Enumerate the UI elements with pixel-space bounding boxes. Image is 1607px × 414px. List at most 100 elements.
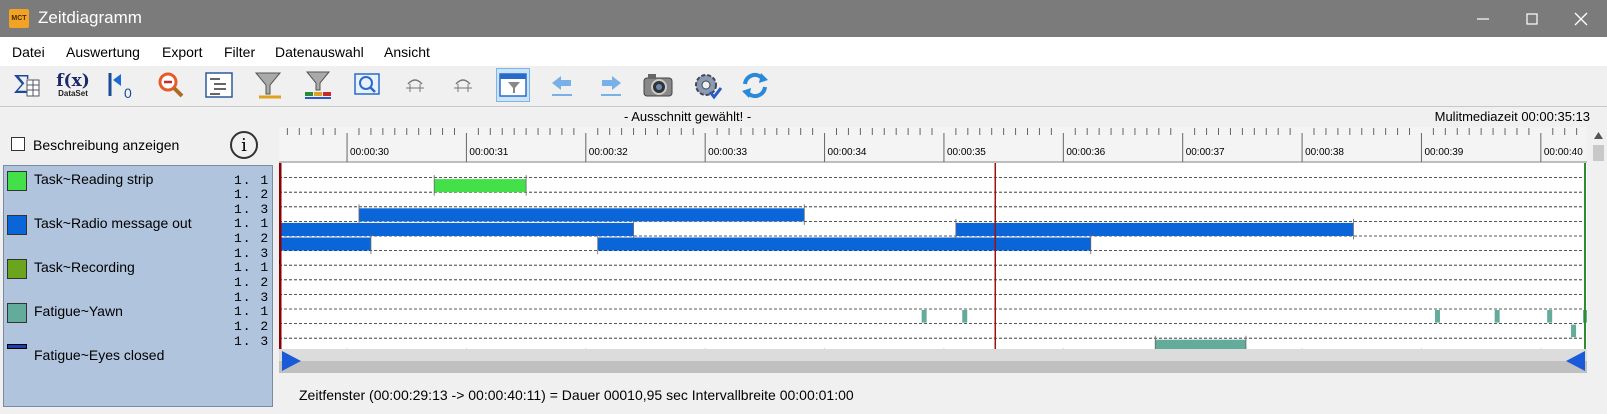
timeline-bar[interactable] bbox=[358, 208, 805, 222]
row-label: 1. 1 bbox=[234, 216, 270, 231]
multimedia-time: Mulitmediazeit 00:00:35:13 bbox=[1434, 109, 1590, 124]
selection-status: - Ausschnitt gewählt! - bbox=[624, 109, 752, 124]
ruler-label: 00:00:35 bbox=[947, 147, 986, 158]
list-tree-button[interactable] bbox=[202, 68, 236, 102]
go-to-start-icon: 0 bbox=[108, 73, 132, 100]
arrow-right-button[interactable] bbox=[594, 68, 628, 102]
dataset-label: DataSet bbox=[58, 88, 88, 98]
timeline-bar[interactable] bbox=[597, 237, 1091, 251]
go-to-start-button[interactable]: 0 bbox=[104, 68, 138, 102]
settings-gear-icon bbox=[695, 74, 723, 100]
timeline-chart[interactable]: 00:00:30 00:00:31 00:00:32 00:00:33 00:00:34… bbox=[268, 127, 1604, 409]
marker-right-icon bbox=[454, 79, 472, 92]
marker-left-button[interactable] bbox=[398, 68, 432, 102]
zero-label: 0 bbox=[124, 85, 132, 100]
timeline-bar[interactable] bbox=[279, 222, 634, 236]
status-line: - Ausschnitt gewählt! - Mulitmediazeit 0… bbox=[0, 106, 1607, 127]
ruler-label: 00:00:31 bbox=[469, 147, 508, 158]
row-label: 1. 3 bbox=[234, 202, 270, 217]
filter-funnel-button[interactable] bbox=[251, 68, 285, 102]
legend-item-yawn: Fatigue~Yawn bbox=[34, 303, 123, 319]
zoom-window-icon bbox=[354, 73, 380, 95]
timeline-marker[interactable] bbox=[1571, 324, 1577, 338]
legend-item-eyes-closed: Fatigue~Eyes closed bbox=[34, 347, 165, 363]
row-label: 1. 1 bbox=[234, 173, 270, 188]
close-button[interactable] bbox=[1555, 0, 1607, 37]
maximize-button[interactable] bbox=[1509, 0, 1555, 37]
timeline-bar[interactable] bbox=[434, 179, 527, 193]
filter-view-icon bbox=[499, 73, 527, 97]
window-title: Zeitdiagramm bbox=[38, 8, 142, 27]
info-button[interactable]: i bbox=[230, 131, 258, 159]
timeline-bar[interactable] bbox=[279, 237, 371, 251]
timeline-svg[interactable]: 00:00:30 00:00:31 00:00:32 00:00:33 00:00:34… bbox=[268, 127, 1604, 409]
scroll-thumb[interactable] bbox=[1593, 145, 1604, 161]
function-dataset-icon: f(x) DataSet bbox=[56, 70, 90, 98]
row-label: 1. 3 bbox=[234, 290, 270, 305]
legend-list: Task~Reading strip Task~Radio message ou… bbox=[3, 165, 273, 407]
ruler-label: 00:00:36 bbox=[1066, 147, 1105, 158]
minimize-icon bbox=[1477, 17, 1489, 20]
sum-table-icon: Σ bbox=[13, 71, 40, 99]
fx-label: f(x) bbox=[56, 70, 90, 91]
refresh-button[interactable] bbox=[738, 68, 772, 102]
function-dataset-button[interactable]: f(x) DataSet bbox=[56, 68, 90, 102]
menu-export[interactable]: Export bbox=[162, 44, 202, 60]
scroll-up-icon[interactable] bbox=[1594, 132, 1603, 139]
zoom-window-button[interactable] bbox=[350, 68, 384, 102]
camera-icon bbox=[643, 74, 673, 97]
timeline-marker[interactable] bbox=[1494, 310, 1500, 323]
row-label: 1. 3 bbox=[234, 334, 270, 349]
legend-item-radio-message: Task~Radio message out bbox=[34, 215, 192, 231]
ruler-label: 00:00:39 bbox=[1424, 147, 1463, 158]
filter-view-button[interactable] bbox=[496, 68, 530, 102]
arrow-left-button[interactable] bbox=[545, 68, 579, 102]
camera-button[interactable] bbox=[641, 68, 675, 102]
vertical-scrollbar[interactable] bbox=[1590, 127, 1607, 409]
timeline-marker[interactable] bbox=[921, 310, 927, 323]
refresh-icon bbox=[742, 72, 768, 99]
menu-datei[interactable]: Datei bbox=[12, 44, 45, 60]
ruler-label: 00:00:38 bbox=[1305, 147, 1344, 158]
info-icon: i bbox=[241, 134, 247, 156]
title-bar: MCT Zeitdiagramm bbox=[0, 0, 1607, 37]
zoom-out-button[interactable] bbox=[154, 68, 188, 102]
filter-color-icon bbox=[305, 71, 331, 99]
maximize-icon bbox=[1526, 12, 1538, 25]
legend-swatch bbox=[7, 171, 27, 191]
menu-ansicht[interactable]: Ansicht bbox=[384, 44, 430, 60]
timeline-marker[interactable] bbox=[962, 310, 968, 323]
ruler-label: 00:00:32 bbox=[589, 147, 628, 158]
arrow-right-icon bbox=[601, 76, 621, 96]
toolbar: Σ f(x) DataSet 0 bbox=[0, 66, 1607, 105]
legend-swatch bbox=[7, 259, 27, 279]
bottom-status: Zeitfenster (00:00:29:13 -> 00:00:40:11)… bbox=[299, 387, 854, 403]
timeline-marker[interactable] bbox=[1547, 310, 1553, 323]
description-checkbox-label[interactable]: Beschreibung anzeigen bbox=[33, 137, 179, 153]
range-scrollbar-highlight bbox=[279, 349, 1587, 361]
ruler-label: 00:00:30 bbox=[350, 147, 389, 158]
filter-color-button[interactable] bbox=[301, 68, 335, 102]
description-checkbox[interactable] bbox=[11, 137, 25, 151]
settings-button[interactable] bbox=[690, 68, 724, 102]
legend-swatch bbox=[7, 344, 27, 349]
menu-datenauswahl[interactable]: Datenauswahl bbox=[275, 44, 364, 60]
marker-right-button[interactable] bbox=[446, 68, 480, 102]
row-label: 1. 2 bbox=[234, 231, 270, 246]
ruler-label: 00:00:34 bbox=[828, 147, 867, 158]
legend-panel: Beschreibung anzeigen i Task~Reading str… bbox=[0, 127, 275, 409]
arrow-left-icon bbox=[552, 76, 572, 96]
menu-auswertung[interactable]: Auswertung bbox=[66, 44, 140, 60]
zoom-out-icon bbox=[158, 72, 184, 98]
row-label: 1. 1 bbox=[234, 260, 270, 275]
timeline-marker[interactable] bbox=[1434, 310, 1440, 323]
menu-filter[interactable]: Filter bbox=[224, 44, 255, 60]
sum-table-button[interactable]: Σ bbox=[9, 68, 43, 102]
legend-swatch bbox=[7, 303, 27, 323]
filter-funnel-icon bbox=[254, 72, 282, 99]
marker-left-icon bbox=[406, 79, 424, 92]
minimize-button[interactable] bbox=[1457, 0, 1509, 37]
description-row: Beschreibung anzeigen i bbox=[0, 127, 273, 163]
timeline-bar[interactable] bbox=[955, 222, 1354, 236]
legend-item-recording: Task~Recording bbox=[34, 259, 135, 275]
